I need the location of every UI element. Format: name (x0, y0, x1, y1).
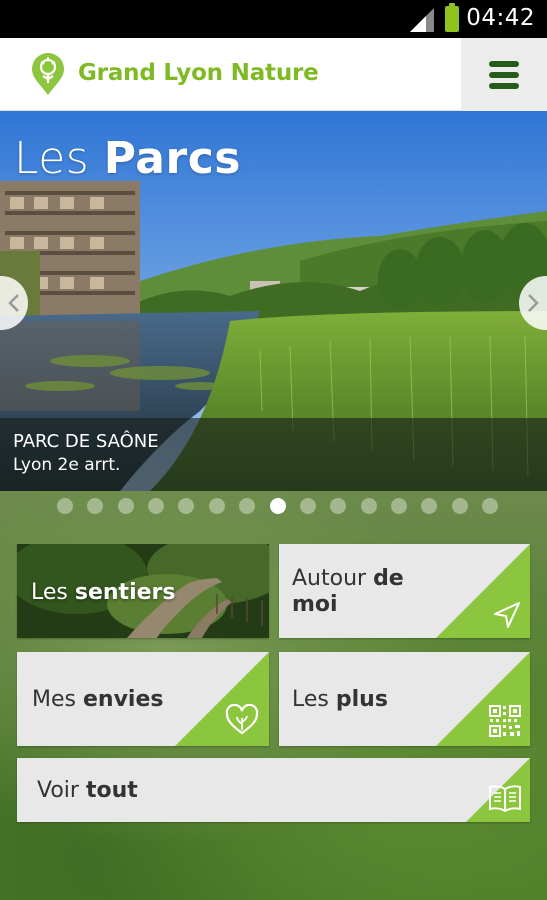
tile-tout-label: Voir tout (37, 778, 138, 804)
park-name: PARC DE SAÔNE (13, 431, 159, 452)
pagination-dot-active[interactable] (269, 498, 286, 514)
pagination-dot[interactable] (208, 498, 225, 514)
signal-icon (410, 8, 434, 32)
clock: 04:42 (466, 5, 535, 31)
pagination-dot[interactable] (451, 498, 468, 514)
label-bold: sentiers (74, 580, 176, 605)
pagination-dot[interactable] (87, 498, 104, 514)
status-bar: 04:42 (0, 0, 547, 38)
label-bold: de (373, 566, 404, 591)
pagination-dot[interactable] (147, 498, 164, 514)
hamburger-line (489, 71, 519, 78)
qr-code-icon (489, 705, 521, 737)
open-book-icon (489, 785, 521, 812)
hamburger-menu-icon (489, 60, 519, 67)
pagination-dot[interactable] (421, 498, 438, 514)
label-light: Autour (292, 566, 374, 591)
tile-plus-label: Les plus (292, 687, 388, 713)
label-bold: tout (85, 778, 138, 803)
carousel-pagination (0, 498, 547, 514)
tile-autour-de-moi[interactable]: Autour de moi (279, 544, 530, 638)
heading-light: Les (14, 133, 104, 184)
tile-envies-label: Mes envies (32, 687, 163, 713)
tile-les-sentiers[interactable]: Les sentiers (17, 544, 269, 638)
chevron-left-icon (8, 294, 19, 312)
app-header: Grand Lyon Nature (0, 38, 547, 111)
carousel-heading: Les Parcs (14, 133, 241, 184)
pagination-dot[interactable] (239, 498, 256, 514)
carousel-caption: PARC DE SAÔNE Lyon 2e arrt. (0, 418, 547, 491)
pagination-dot[interactable] (117, 498, 134, 514)
label-bold: envies (82, 687, 164, 712)
hamburger-line (489, 82, 519, 89)
tile-les-plus[interactable]: Les plus (279, 652, 530, 746)
chevron-right-icon (528, 294, 539, 312)
heart-leaf-icon (225, 704, 259, 735)
app-title: Grand Lyon Nature (78, 60, 319, 86)
leaf-pin-icon (32, 53, 64, 95)
label-light: Les (31, 580, 75, 605)
pagination-dot[interactable] (178, 498, 195, 514)
pagination-dot[interactable] (391, 498, 408, 514)
park-location: Lyon 2e arrt. (13, 455, 121, 475)
label-light: Les (292, 687, 336, 712)
pagination-dot[interactable] (330, 498, 347, 514)
pagination-dot[interactable] (299, 498, 316, 514)
label-bold-line2: moi (292, 592, 338, 617)
parks-carousel[interactable]: Les Parcs PARC DE SAÔNE Lyon 2e arrt. (0, 111, 547, 491)
location-arrow-icon (494, 602, 520, 628)
label-light: Voir (37, 778, 86, 803)
label-light: Mes (32, 687, 83, 712)
pagination-dot[interactable] (482, 498, 499, 514)
battery-icon (445, 3, 459, 32)
tile-autour-label: Autour de moi (292, 566, 404, 618)
tile-voir-tout[interactable]: Voir tout (17, 758, 530, 822)
hamburger-menu-button[interactable] (461, 38, 547, 111)
label-bold: plus (335, 687, 388, 712)
pagination-dot[interactable] (56, 498, 73, 514)
heading-bold: Parcs (103, 133, 241, 184)
tile-mes-envies[interactable]: Mes envies (17, 652, 269, 746)
pagination-dot[interactable] (360, 498, 377, 514)
tile-sentiers-label: Les sentiers (31, 580, 175, 606)
